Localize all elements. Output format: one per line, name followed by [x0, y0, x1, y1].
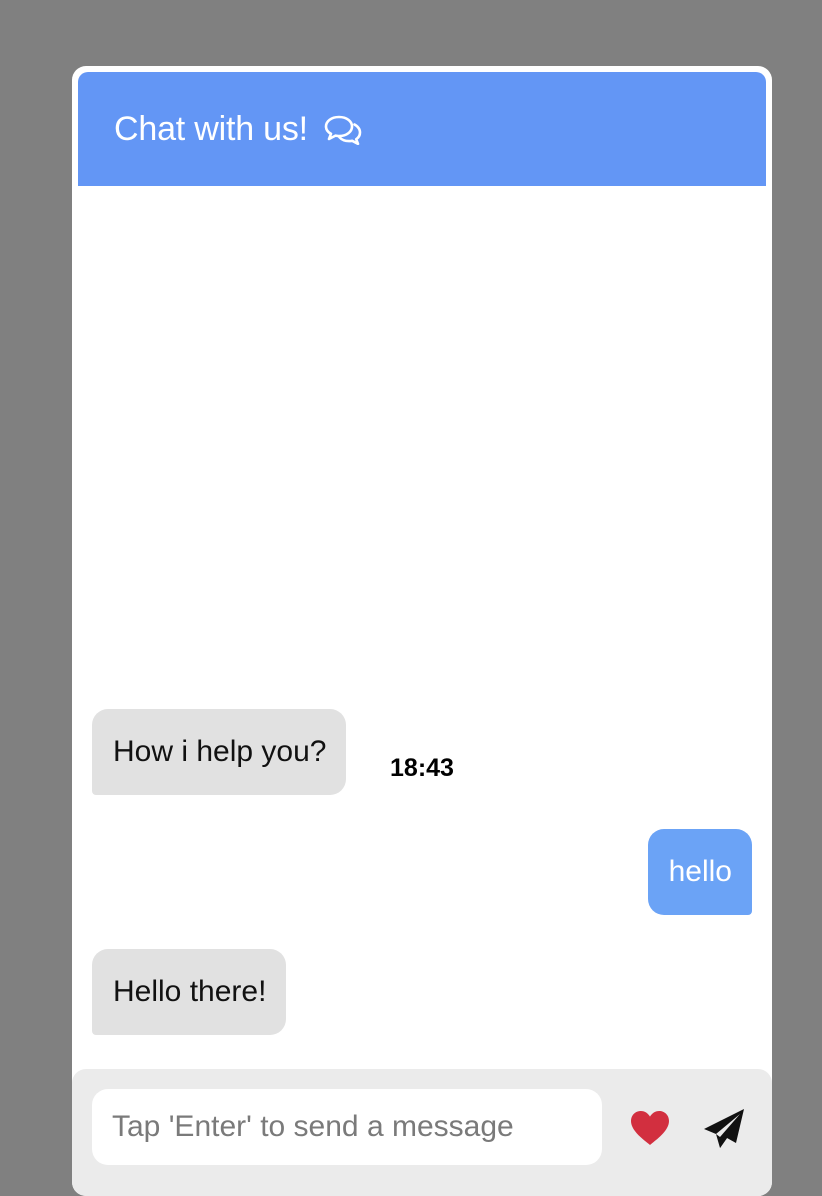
send-button[interactable] [700, 1105, 748, 1153]
message-list[interactable]: 18:43 How i help you? hello Hello there! [72, 186, 772, 1068]
chat-header: Chat with us! [78, 72, 766, 186]
heart-icon [629, 1109, 671, 1147]
chat-title: Chat with us! [114, 110, 308, 148]
chat-widget: Chat with us! 18:43 How i help you? hell… [72, 66, 772, 1196]
composer-bar [72, 1069, 772, 1196]
paper-plane-icon [702, 1107, 746, 1151]
bot-message: How i help you? [92, 709, 347, 795]
like-button[interactable] [627, 1107, 673, 1149]
bot-message: Hello there! [92, 949, 287, 1035]
user-message: hello [647, 829, 752, 915]
message-input[interactable] [92, 1089, 602, 1165]
chat-bubbles-icon [324, 115, 362, 145]
